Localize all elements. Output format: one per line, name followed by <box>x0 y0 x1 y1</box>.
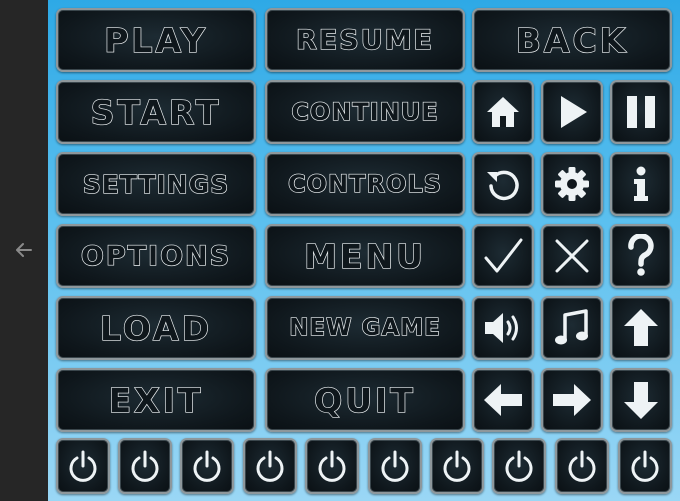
power-icon <box>69 450 97 482</box>
power-icon <box>131 450 159 482</box>
music-icon <box>555 309 588 345</box>
close-icon <box>555 239 589 273</box>
power-button[interactable] <box>430 438 484 494</box>
load-button-label: LOAD <box>99 308 212 348</box>
restart-icon <box>487 170 519 201</box>
power-icon <box>505 450 533 482</box>
play-button[interactable]: PLAY <box>56 8 256 72</box>
back-button[interactable]: BACK <box>472 8 672 72</box>
power-button[interactable] <box>368 438 422 494</box>
start-button-label: START <box>90 92 222 132</box>
volume-icon <box>485 313 518 343</box>
exit-button[interactable]: EXIT <box>56 368 256 432</box>
power-button[interactable] <box>243 438 297 494</box>
pause-icon <box>627 96 655 128</box>
resume-button-label: RESUME <box>295 24 434 56</box>
settings-button[interactable]: SETTINGS <box>56 152 256 216</box>
controls-button[interactable]: CONTROLS <box>265 152 465 216</box>
options-button-label: OPTIONS <box>80 240 232 272</box>
power-icon <box>193 450 221 482</box>
cancel-button[interactable] <box>541 224 603 288</box>
power-button[interactable] <box>56 438 110 494</box>
sound-button[interactable] <box>472 296 534 360</box>
question-icon <box>628 234 654 276</box>
gear-icon <box>555 167 589 201</box>
right-button[interactable] <box>541 368 603 432</box>
play-icon-button[interactable] <box>541 80 603 144</box>
play-button-label: PLAY <box>104 20 208 60</box>
viewer-side-panel <box>0 0 48 501</box>
arrow-right-icon <box>553 384 591 416</box>
arrow-down-icon <box>624 382 658 419</box>
power-button[interactable] <box>555 438 609 494</box>
viewer-back-arrow-icon[interactable] <box>12 238 36 262</box>
menu-button[interactable]: MENU <box>265 224 465 288</box>
quit-button[interactable]: QUIT <box>265 368 465 432</box>
power-icon <box>318 450 346 482</box>
up-button[interactable] <box>610 296 672 360</box>
exit-button-label: EXIT <box>108 380 204 420</box>
home-button[interactable] <box>472 80 534 144</box>
settings-icon-button[interactable] <box>541 152 603 216</box>
arrow-up-icon <box>624 309 658 346</box>
power-icon <box>443 450 471 482</box>
power-button[interactable] <box>118 438 172 494</box>
power-button[interactable] <box>618 438 672 494</box>
help-button[interactable] <box>610 224 672 288</box>
power-button[interactable] <box>305 438 359 494</box>
checkmark-icon <box>484 238 523 273</box>
info-icon <box>634 166 648 201</box>
power-icon <box>381 450 409 482</box>
left-button[interactable] <box>472 368 534 432</box>
power-button[interactable] <box>180 438 234 494</box>
power-icon <box>256 450 284 482</box>
back-button-label: BACK <box>515 20 629 60</box>
button-sprite-sheet: PLAY START SETTINGS OPTIONS LOAD EXIT RE… <box>48 0 680 501</box>
restart-button[interactable] <box>472 152 534 216</box>
quit-button-label: QUIT <box>314 380 416 420</box>
info-button[interactable] <box>610 152 672 216</box>
play-icon <box>561 96 587 128</box>
menu-button-label: MENU <box>303 236 426 276</box>
down-button[interactable] <box>610 368 672 432</box>
new-game-button-label: NEW GAME <box>289 314 441 341</box>
load-button[interactable]: LOAD <box>56 296 256 360</box>
resume-button[interactable]: RESUME <box>265 8 465 72</box>
home-icon <box>487 97 519 127</box>
new-game-button[interactable]: NEW GAME <box>265 296 465 360</box>
start-button[interactable]: START <box>56 80 256 144</box>
confirm-button[interactable] <box>472 224 534 288</box>
settings-button-label: SETTINGS <box>82 169 230 199</box>
power-icon <box>631 450 659 482</box>
power-icon <box>568 450 596 482</box>
options-button[interactable]: OPTIONS <box>56 224 256 288</box>
continue-button[interactable]: CONTINUE <box>265 80 465 144</box>
controls-button-label: CONTROLS <box>287 169 442 198</box>
music-button[interactable] <box>541 296 603 360</box>
pause-button[interactable] <box>610 80 672 144</box>
arrow-left-icon <box>484 384 522 416</box>
continue-button-label: CONTINUE <box>291 97 439 126</box>
power-button[interactable] <box>492 438 546 494</box>
